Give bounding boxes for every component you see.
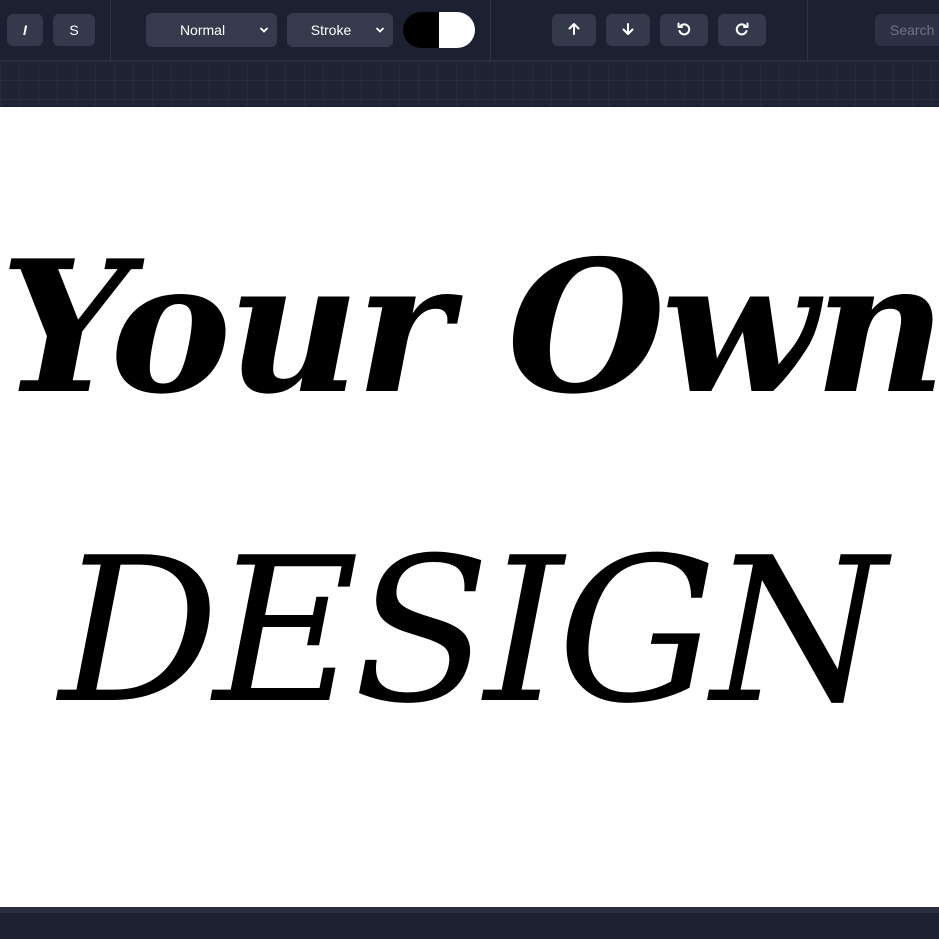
redo-icon xyxy=(734,21,750,40)
chevron-down-icon xyxy=(259,25,269,35)
workspace-grid xyxy=(0,61,939,107)
search-input[interactable]: Search xyxy=(875,14,939,46)
blend-mode-select[interactable]: Normal xyxy=(146,13,277,47)
send-backward-button[interactable] xyxy=(606,14,650,46)
fill-color-swatch xyxy=(403,12,439,48)
paint-mode-select[interactable]: Stroke xyxy=(287,13,393,47)
undo-icon xyxy=(676,21,692,40)
bring-forward-button[interactable] xyxy=(552,14,596,46)
redo-button[interactable] xyxy=(718,14,766,46)
canvas-text-line[interactable]: DESIGN xyxy=(0,522,939,742)
italic-button[interactable]: I xyxy=(7,14,43,46)
color-swap-toggle[interactable] xyxy=(403,12,475,48)
toolbar-divider xyxy=(110,0,111,60)
design-canvas[interactable]: Your Own DESIGN xyxy=(0,107,939,907)
paint-mode-value: Stroke xyxy=(310,22,352,38)
top-toolbar: I S Normal Stroke Search xyxy=(0,0,939,61)
strikethrough-button[interactable]: S xyxy=(53,14,95,46)
toolbar-divider xyxy=(490,0,491,60)
stroke-color-swatch xyxy=(439,12,475,48)
blend-mode-value: Normal xyxy=(179,22,226,38)
bottom-bar xyxy=(0,907,939,939)
undo-button[interactable] xyxy=(660,14,708,46)
canvas-text-line[interactable]: Your Own xyxy=(0,217,939,437)
arrow-up-icon xyxy=(566,21,582,40)
toolbar-divider xyxy=(807,0,808,60)
chevron-down-icon xyxy=(375,25,385,35)
arrow-down-icon xyxy=(620,21,636,40)
